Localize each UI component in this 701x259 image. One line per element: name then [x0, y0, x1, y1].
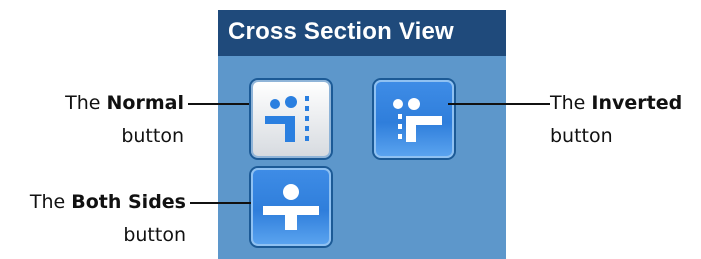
both-sides-callout-suffix: button: [123, 224, 186, 246]
both-sides-callout: The Both Sides: [0, 187, 186, 217]
both-sides-leader-line: [190, 202, 251, 204]
icon-dot: [393, 99, 403, 109]
callout-name: Inverted: [591, 92, 683, 114]
icon-stem: [406, 116, 416, 142]
inverted-button[interactable]: [374, 80, 454, 158]
inverted-callout: The Inverted: [550, 88, 700, 118]
icon-dash: [305, 136, 309, 141]
icon-dot: [283, 184, 299, 200]
icon-dash: [398, 124, 402, 129]
icon-bar: [412, 116, 442, 125]
icon-dash: [305, 116, 309, 121]
icon-stem: [285, 116, 295, 142]
normal-leader-line: [188, 103, 249, 105]
callout-prefix: The: [550, 92, 586, 114]
panel-title: Cross Section View: [228, 18, 454, 45]
icon-dot: [285, 96, 297, 108]
icon-dash: [398, 114, 402, 119]
inverted-callout-suffix: button: [550, 125, 613, 147]
icon-dash: [398, 134, 402, 139]
normal-callout-suffix: button: [121, 125, 184, 147]
callout-name: Normal: [106, 92, 184, 114]
cross-section-both-sides-icon: [263, 184, 319, 230]
icon-dot: [270, 99, 280, 109]
callout-prefix: The: [65, 92, 101, 114]
panel-header: Cross Section View: [218, 10, 506, 56]
cross-section-inverted-icon: [393, 98, 442, 142]
icon-dash: [305, 96, 309, 101]
icon-dash: [305, 126, 309, 131]
cross-section-normal-icon: [265, 96, 309, 142]
normal-button[interactable]: [251, 80, 331, 158]
normal-callout: The Normal: [22, 88, 184, 118]
inverted-leader-line: [448, 103, 550, 105]
callout-prefix: The: [29, 191, 66, 213]
both-sides-button[interactable]: [251, 168, 331, 246]
icon-stem: [285, 206, 297, 230]
icon-dash: [305, 106, 309, 111]
callout-name: Both Sides: [71, 191, 186, 213]
icon-dot: [408, 98, 420, 110]
